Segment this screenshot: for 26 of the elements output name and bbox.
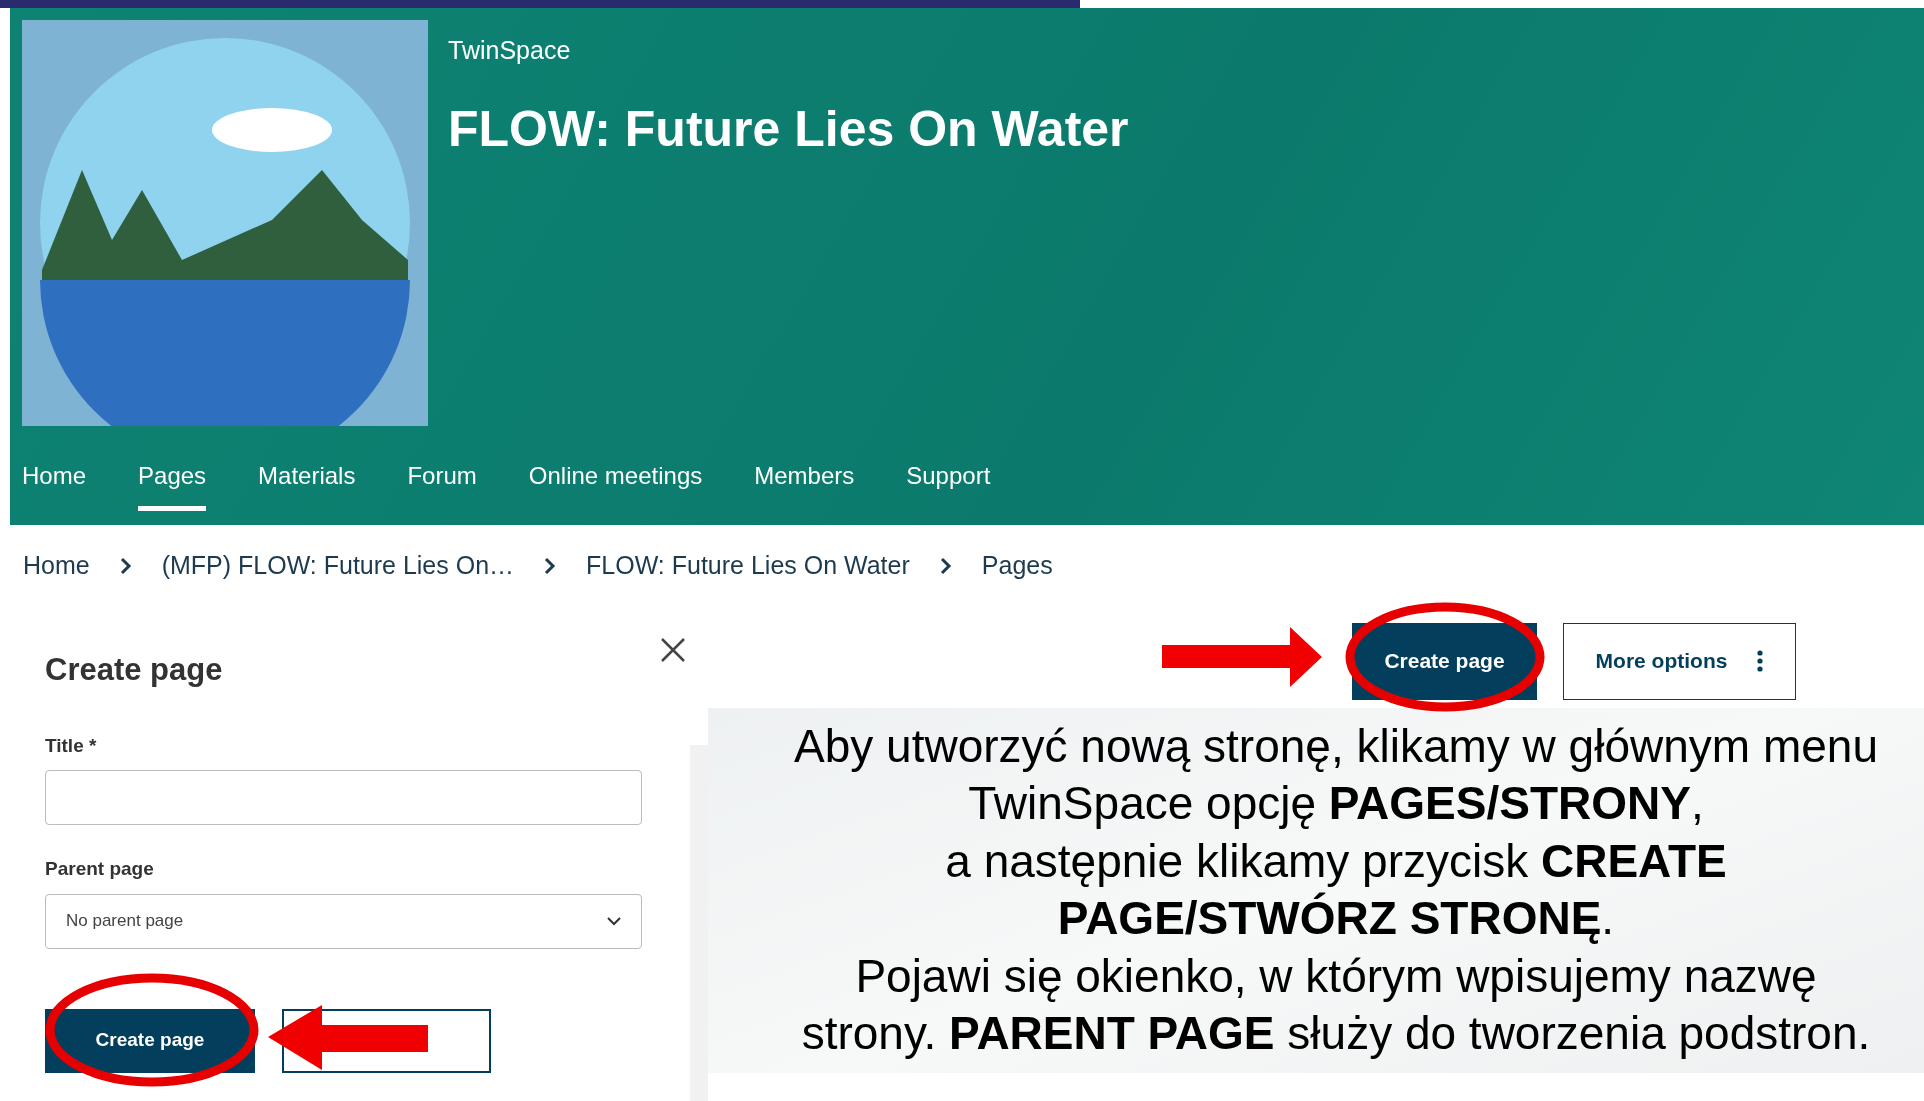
breadcrumb-link[interactable]: (MFP) FLOW: Future Lies On…: [161, 547, 515, 585]
nav-tab[interactable]: Materials: [258, 426, 356, 511]
breadcrumb-current: Pages: [981, 550, 1053, 581]
site-label: TwinSpace: [448, 35, 572, 66]
nav-tab[interactable]: Online meetings: [528, 426, 703, 511]
dialog-title: Create page: [45, 650, 223, 688]
nav-tab[interactable]: Members: [754, 426, 855, 511]
input-field[interactable]: [45, 770, 642, 826]
field-label: Parent page: [45, 857, 155, 882]
nav-tab[interactable]: Pages: [138, 426, 207, 511]
breadcrumb-link[interactable]: Home: [23, 547, 90, 585]
kebab-menu-icon: [1757, 650, 1764, 672]
select-field[interactable]: No parent page: [45, 893, 642, 949]
close-icon[interactable]: [660, 636, 686, 663]
chevron-icon: [544, 556, 557, 575]
field-label: Title *: [45, 733, 98, 758]
more-options-button[interactable]: More options: [1563, 622, 1796, 700]
site-title: FLOW: Future Lies On Water: [448, 99, 1129, 159]
breadcrumb-link[interactable]: FLOW: Future Lies On Water: [586, 547, 910, 585]
chevron-down-icon: [607, 916, 621, 926]
chevron-icon: [939, 556, 952, 575]
chevron-icon: [119, 556, 132, 575]
nav-tab[interactable]: Support: [906, 426, 991, 511]
nav-tab[interactable]: Home: [22, 426, 87, 511]
instruction-text: Aby utworzyć nową stronę, klikamy w głównym menu TwinSpace opcję PAGES/STRONY, a następnie klikamy przycisk CREATE PAGE/STWÓRZ STRONĘ. Pojawi się okienko, w którym wpisujemy nazwę strony. PARENT PAGE służy do tworzenia podstron.: [793, 718, 1879, 1061]
nav-tab[interactable]: Forum: [407, 426, 477, 511]
